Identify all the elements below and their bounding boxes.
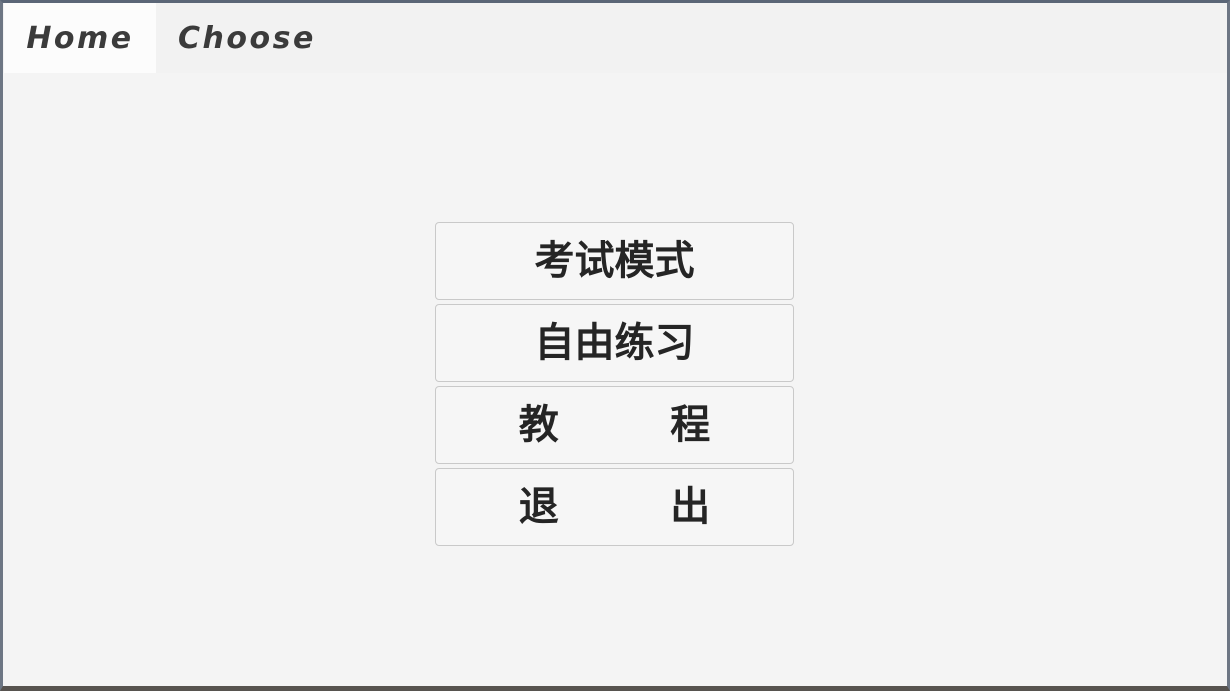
exit-label: 退 出 [518,484,711,530]
application-window: Home Choose 考试模式 自由练习 教 程 退 出 [0,0,1230,691]
tab-home[interactable]: Home [4,3,156,73]
exam-mode-label: 考试模式 [534,238,695,284]
free-practice-label: 自由练习 [534,320,695,366]
free-practice-button[interactable]: 自由练习 [435,304,794,382]
tutorial-button[interactable]: 教 程 [435,386,794,464]
tab-choose-label: Choose [178,20,316,56]
exit-button[interactable]: 退 出 [435,468,794,546]
tab-home-label: Home [26,20,134,56]
main-menu-panel: 考试模式 自由练习 教 程 退 出 [435,222,794,546]
exam-mode-button[interactable]: 考试模式 [435,222,794,300]
tab-choose[interactable]: Choose [156,3,338,73]
tutorial-label: 教 程 [518,402,711,448]
main-content: 考试模式 自由练习 教 程 退 出 [3,73,1227,686]
tab-bar: Home Choose [3,3,1227,73]
